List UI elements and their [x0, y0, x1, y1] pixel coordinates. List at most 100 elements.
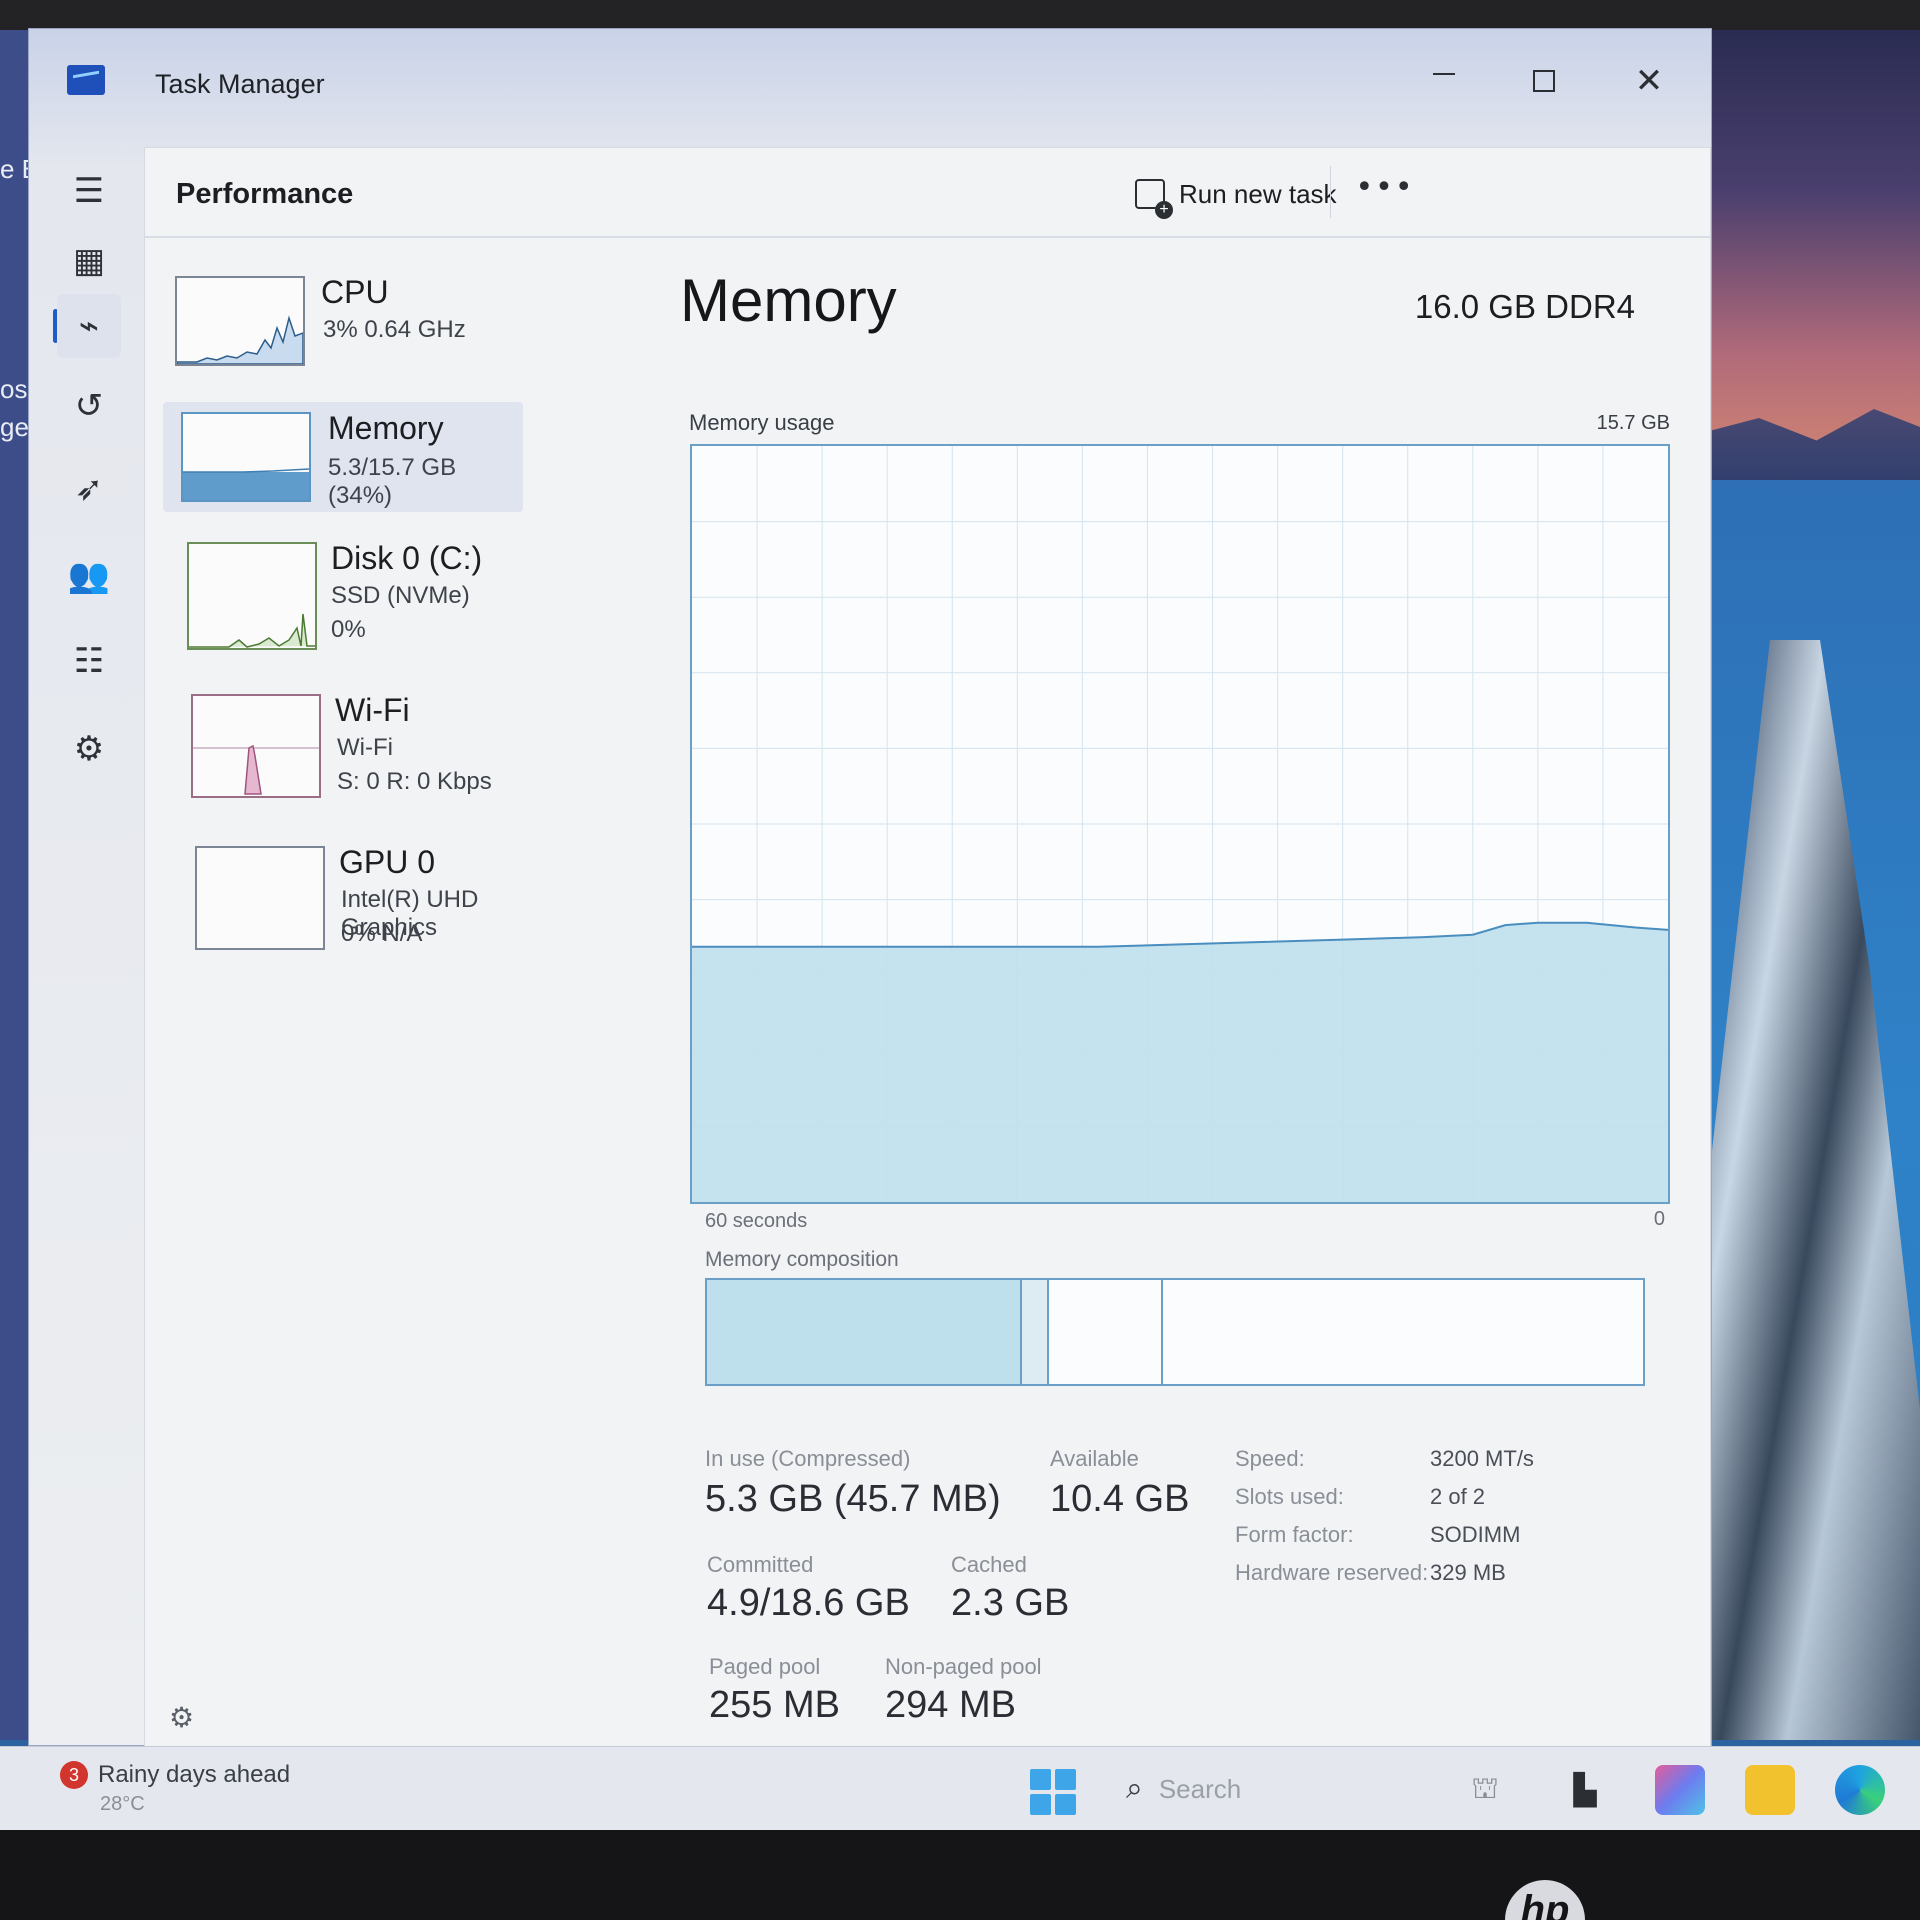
in-use-label: In use (Compressed): [705, 1446, 911, 1471]
settings-button[interactable]: ⚙: [169, 1701, 194, 1734]
app-history-icon: ↺: [74, 386, 104, 426]
sidebar-item-gpu[interactable]: GPU 0 Intel(R) UHD Graphics 0% N/A: [163, 836, 563, 956]
sidebar-item-name: CPU: [321, 274, 389, 310]
available-value: 10.4 GB: [1050, 1478, 1190, 1520]
form-factor-value: SODIMM: [1430, 1522, 1521, 1547]
sidebar-item-detail: S: 0 R: 0 Kbps: [337, 768, 492, 795]
memory-composition-label: Memory composition: [705, 1248, 899, 1271]
services-icon: ⚙: [73, 729, 105, 769]
nav-startup-apps[interactable]: ➶: [57, 457, 121, 521]
minimize-button[interactable]: [1399, 51, 1489, 111]
composition-standby-segment: [1049, 1280, 1163, 1384]
form-factor-label: Form factor:: [1235, 1522, 1354, 1547]
in-use-value: 5.3 GB (45.7 MB): [705, 1478, 1001, 1520]
hardware-reserved-value: 329 MB: [1430, 1560, 1506, 1585]
sidebar-item-detail: 3% 0.64 GHz: [323, 316, 466, 343]
composition-modified-segment: [1022, 1280, 1049, 1384]
chart-x-axis-left-label: 60 seconds: [705, 1210, 808, 1232]
windows-logo-icon: [1030, 1769, 1051, 1790]
nav-services[interactable]: ⚙: [57, 717, 121, 781]
processes-icon: ▦: [72, 241, 106, 281]
sidebar-item-wifi[interactable]: Wi-Fi Wi-Fi S: 0 R: 0 Kbps: [163, 684, 523, 804]
cpu-sparkline: [177, 315, 303, 364]
startup-apps-icon: ➶: [74, 469, 104, 509]
windows-logo-icon: [1055, 1769, 1076, 1790]
hardware-reserved-label: Hardware reserved:: [1235, 1560, 1429, 1585]
background-window-edge: [0, 30, 28, 1740]
more-options-button[interactable]: •••: [1355, 168, 1415, 218]
memory-sparkline: [183, 468, 309, 500]
panel-header: Performance Run new task •••: [145, 148, 1710, 238]
taskbar-search[interactable]: ⌕ Search: [1120, 1763, 1420, 1815]
wifi-sparkline: [193, 744, 319, 795]
slots-used-value: 2 of 2: [1430, 1484, 1486, 1509]
nav-menu-button[interactable]: ☰: [57, 159, 121, 223]
sidebar-item-disk[interactable]: Disk 0 (C:) SSD (NVMe) 0%: [163, 532, 523, 652]
edge-browser-icon[interactable]: [1835, 1765, 1885, 1815]
sidebar-item-detail: SSD (NVMe): [331, 582, 470, 609]
nav-details[interactable]: ☷: [57, 629, 121, 693]
screen-bezel-bottom: [0, 1830, 1920, 1920]
memory-composition-bar: [705, 1278, 1645, 1386]
memory-usage-area: [692, 922, 1668, 1202]
nav-app-history[interactable]: ↺: [57, 374, 121, 438]
settings-gear-icon: ⚙: [169, 1701, 195, 1734]
composition-in-use-segment: [707, 1280, 1023, 1384]
performance-panel: Performance Run new task ••• CPU 3% 0.64…: [144, 147, 1711, 1747]
search-placeholder: Search: [1158, 1773, 1242, 1804]
title-bar[interactable]: Task Manager ✕: [29, 29, 1711, 139]
sidebar-item-detail: Wi-Fi: [337, 734, 393, 761]
sidebar-item-detail: 0%: [331, 616, 366, 643]
paged-pool-label: Paged pool: [709, 1654, 821, 1679]
nav-processes[interactable]: ▦: [57, 229, 121, 293]
sidebar-item-detail: 5.3/15.7 GB (34%): [328, 454, 457, 509]
search-icon: ⌕: [1126, 1772, 1143, 1805]
task-manager-window: Task Manager ✕ ☰ ▦ ⌁ ↺ ➶ 👥 ☷ ⚙ Performan…: [28, 28, 1712, 1747]
details-icon: ☷: [73, 641, 105, 681]
sidebar-item-name: Wi-Fi: [335, 692, 410, 728]
close-icon: ✕: [1634, 61, 1664, 101]
start-button[interactable]: [1030, 1769, 1076, 1815]
sidebar-item-name: Disk 0 (C:): [331, 540, 483, 576]
sidebar-item-name: GPU 0: [339, 844, 436, 880]
sidebar-item-cpu[interactable]: CPU 3% 0.64 GHz: [163, 266, 523, 376]
committed-label: Committed: [707, 1552, 814, 1577]
nav-performance[interactable]: ⌁: [57, 294, 121, 358]
run-new-task-button[interactable]: Run new task: [1135, 172, 1337, 219]
close-button[interactable]: ✕: [1604, 51, 1694, 111]
task-view-icon[interactable]: ▙: [1560, 1765, 1610, 1815]
non-paged-pool-label: Non-paged pool: [885, 1654, 1042, 1679]
sidebar-item-memory[interactable]: Memory 5.3/15.7 GB (34%): [163, 402, 523, 512]
window-title: Task Manager: [155, 69, 325, 99]
more-icon: •••: [1355, 170, 1415, 205]
cached-label: Cached: [951, 1552, 1027, 1577]
screen-bezel-top: [0, 0, 1920, 30]
task-manager-app-icon: [67, 65, 105, 95]
taskbar: 3 Rainy days ahead 28°C ⌕ Search ⛫ ▙: [0, 1746, 1920, 1830]
maximize-icon: [1533, 70, 1555, 92]
minimize-icon: [1433, 73, 1455, 75]
sidebar-item-name: Memory: [328, 410, 444, 446]
nav-users[interactable]: 👥: [57, 544, 121, 608]
memory-thumbnail-graph: [181, 412, 311, 502]
copilot-icon[interactable]: [1655, 1765, 1705, 1815]
available-label: Available: [1050, 1446, 1139, 1471]
hamburger-menu-icon: ☰: [73, 171, 105, 211]
memory-usage-max: 15.7 GB: [1596, 412, 1670, 434]
windows-logo-icon: [1030, 1794, 1051, 1815]
weather-notification-badge: 3: [60, 1761, 88, 1789]
disk-thumbnail-graph: [187, 542, 317, 650]
gpu-thumbnail-graph: [195, 846, 325, 950]
run-task-icon: [1135, 179, 1173, 219]
page-title: Performance: [176, 178, 354, 210]
performance-icon: ⌁: [78, 306, 100, 346]
memory-spec: 16.0 GB DDR4: [1414, 288, 1635, 325]
run-new-task-label: Run new task: [1179, 178, 1337, 209]
memory-heading: Memory: [680, 267, 897, 334]
file-explorer-icon[interactable]: [1745, 1765, 1795, 1815]
chart-area-layer: [692, 921, 1669, 1202]
chart-x-axis-right-label: 0: [1653, 1208, 1665, 1230]
maximize-button[interactable]: [1499, 51, 1589, 111]
weather-widget[interactable]: Rainy days ahead: [98, 1761, 290, 1789]
widget-art-icon[interactable]: ⛫: [1440, 1765, 1530, 1815]
